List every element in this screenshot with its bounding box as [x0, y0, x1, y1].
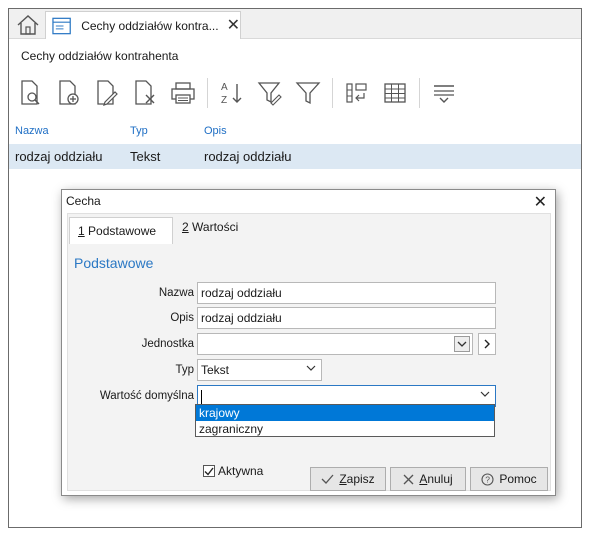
home-button[interactable]	[13, 12, 43, 38]
tab-podstawowe-key: 1	[78, 224, 85, 238]
cell-typ: Tekst	[130, 149, 161, 164]
typ-select[interactable]: Tekst	[197, 359, 322, 381]
group-icon	[345, 83, 367, 103]
sort-button[interactable]: A Z	[216, 77, 247, 109]
tab-label: Cechy oddziałów kontra...	[81, 18, 219, 33]
page-title: Cechy oddziałów kontrahenta	[21, 49, 179, 63]
options-icon	[433, 85, 454, 103]
feature-dialog: Cecha ✕ 1 Podstawowe 2 Wartości Podstawo…	[61, 189, 556, 496]
dropdown-option-krajowy[interactable]: krajowy	[196, 405, 494, 421]
table-row[interactable]: rodzaj oddziału Tekst rodzaj oddziału	[9, 144, 581, 169]
grid-button[interactable]	[379, 77, 410, 109]
grid-icon	[383, 83, 406, 103]
toolbar-separator	[332, 78, 333, 108]
print-icon	[170, 82, 195, 104]
svg-text:?: ?	[486, 474, 491, 484]
save-button[interactable]: Zapisz	[310, 467, 386, 491]
home-icon	[17, 15, 39, 35]
tab-close-icon[interactable]: ✕	[227, 17, 240, 34]
save-button-key: Z	[339, 472, 347, 486]
section-title: Podstawowe	[74, 255, 154, 271]
help-button[interactable]: ? Pomoc	[470, 467, 548, 491]
cell-opis: rodzaj oddziału	[204, 149, 292, 164]
aktywna-checkbox-row[interactable]: Aktywna	[203, 464, 263, 478]
edit-button[interactable]	[91, 77, 122, 109]
tab-wartosci-label: Wartości	[188, 220, 239, 234]
chevron-down-icon	[480, 391, 490, 397]
toolbar: A Z	[15, 75, 466, 111]
delete-button[interactable]	[129, 77, 160, 109]
edit-document-icon	[96, 80, 118, 106]
jednostka-select[interactable]	[197, 333, 473, 355]
typ-label: Typ	[175, 364, 194, 376]
close-icon	[403, 474, 414, 484]
opis-label: Opis	[170, 312, 194, 324]
typ-value: Tekst	[201, 363, 230, 377]
tab-bar: Cechy oddziałów kontra... ✕	[9, 9, 581, 39]
checkmark-icon	[321, 474, 334, 484]
dropdown-option-zagraniczny[interactable]: zagraniczny	[196, 421, 494, 437]
delete-document-icon	[134, 80, 154, 105]
dialog-body: 1 Podstawowe 2 Wartości Podstawowe Nazwa…	[67, 213, 551, 491]
toolbar-separator	[207, 78, 208, 108]
aktywna-checkbox[interactable]	[203, 465, 215, 477]
form-icon	[52, 17, 71, 34]
nazwa-label: Nazwa	[158, 287, 194, 299]
filter-edit-icon	[257, 82, 282, 106]
dialog-title: Cecha	[66, 194, 101, 208]
jednostka-more-button[interactable]	[478, 333, 496, 355]
filter-icon	[295, 82, 320, 105]
wartosc-dropdown-list: krajowy zagraniczny	[195, 404, 495, 437]
column-header-opis[interactable]: Opis	[204, 125, 227, 137]
dialog-close-icon[interactable]: ✕	[534, 192, 547, 212]
opis-field[interactable]: rodzaj oddziału	[197, 307, 496, 329]
filter-edit-button[interactable]	[254, 77, 285, 109]
preview-document-icon	[20, 80, 40, 105]
cancel-button-key: A	[419, 472, 428, 486]
preview-button[interactable]	[15, 77, 46, 109]
cell-nazwa: rodzaj oddziału	[15, 149, 103, 164]
tab-cechy-oddzialow[interactable]: Cechy oddziałów kontra... ✕	[45, 11, 241, 39]
print-button[interactable]	[167, 77, 198, 109]
text-caret	[201, 389, 202, 404]
options-button[interactable]	[428, 77, 459, 109]
column-header-nazwa[interactable]: Nazwa	[15, 125, 49, 137]
group-button[interactable]	[341, 77, 372, 109]
checkmark-icon	[204, 467, 214, 476]
tab-wartosci[interactable]: 2 Wartości	[182, 220, 238, 234]
column-header-typ[interactable]: Typ	[130, 125, 148, 137]
add-button[interactable]	[53, 77, 84, 109]
sort-z-text: Z	[221, 95, 227, 106]
filter-button[interactable]	[292, 77, 323, 109]
toolbar-separator	[419, 78, 420, 108]
jednostka-dropdown-button[interactable]	[454, 336, 470, 352]
chevron-down-icon	[306, 365, 316, 371]
save-button-label: apisz	[346, 472, 375, 486]
chevron-right-icon	[484, 339, 490, 349]
tab-podstawowe[interactable]: 1 Podstawowe	[69, 217, 173, 244]
tab-podstawowe-label: Podstawowe	[84, 224, 157, 238]
chevron-down-icon	[457, 341, 467, 347]
sort-a-text: A	[221, 82, 228, 93]
cancel-button[interactable]: Anuluj	[390, 467, 466, 491]
sort-az-icon: A Z	[221, 82, 241, 106]
wartosc-label: Wartość domyślna	[99, 390, 194, 402]
aktywna-label: Aktywna	[218, 464, 264, 478]
cancel-button-label: nuluj	[427, 472, 453, 486]
nazwa-field[interactable]: rodzaj oddziału	[197, 282, 496, 304]
jednostka-label: Jednostka	[141, 338, 194, 350]
add-document-icon	[58, 80, 79, 105]
tab-wartosci-key: 2	[182, 220, 189, 234]
grid-header: Nazwa Typ Opis	[9, 123, 581, 143]
help-icon: ?	[481, 472, 494, 486]
help-button-label: Pomoc	[499, 472, 537, 486]
